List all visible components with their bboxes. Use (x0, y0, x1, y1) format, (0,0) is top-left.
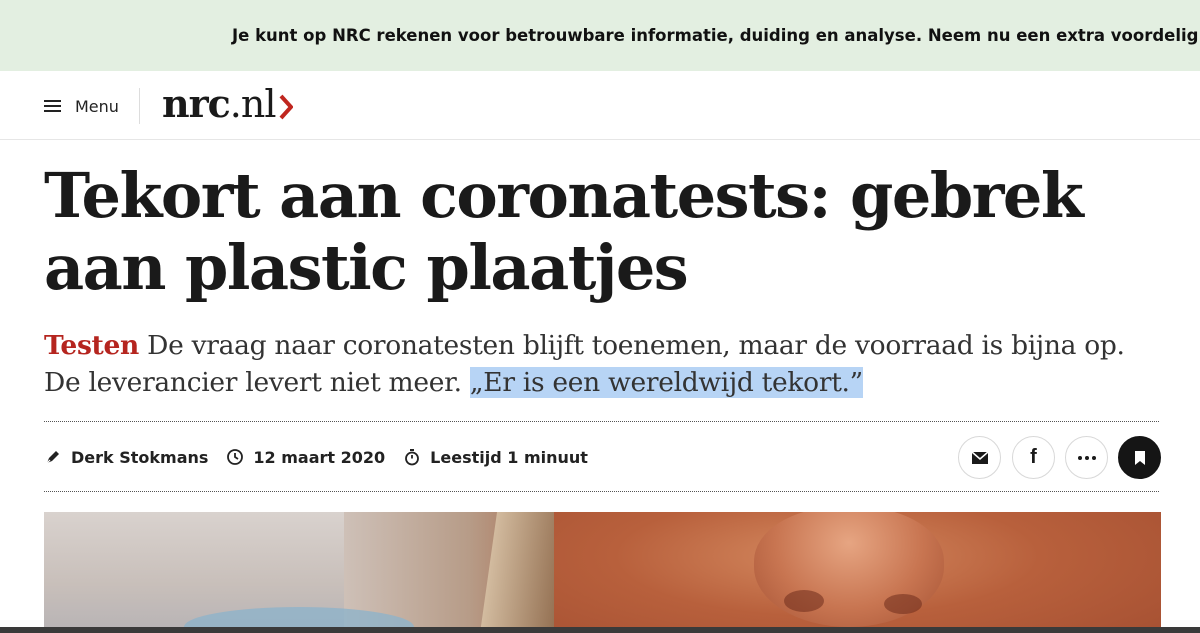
logo-bold-text: nrc (162, 81, 231, 126)
bookmark-icon (1134, 450, 1145, 465)
article-lead: Testen De vraag naar coronatesten blijft… (44, 327, 1144, 401)
share-more-button[interactable] (1065, 436, 1108, 479)
share-mail-button[interactable] (958, 436, 1001, 479)
mail-icon (971, 450, 988, 464)
facebook-icon: f (1030, 446, 1037, 468)
stopwatch-icon (405, 449, 420, 466)
publish-date: 12 maart 2020 (253, 447, 386, 467)
meta-date: 12 maart 2020 (226, 448, 385, 467)
pen-icon (46, 451, 59, 464)
lead-quote-selected: „Er is een wereldwijd tekort.” (469, 367, 863, 398)
site-header: Menu nrc .nl (0, 71, 1200, 140)
menu-label: Menu (75, 96, 119, 116)
article-meta: Derk Stokmans 12 maart 2020 Leestijd 1 m… (44, 444, 606, 470)
hero-nostril-right (884, 594, 922, 614)
more-icon (1077, 455, 1096, 460)
reading-time: Leestijd 1 minuut (430, 447, 588, 467)
menu-button[interactable]: Menu (44, 93, 119, 119)
header-divider (139, 88, 140, 124)
promo-banner[interactable]: Je kunt op NRC rekenen voor betrouwbare … (0, 0, 1200, 71)
article-headline: Tekort aan coronatests: gebrek aan plast… (44, 159, 1084, 304)
hero-nostril-left (784, 590, 824, 612)
lead-kicker[interactable]: Testen (44, 330, 139, 361)
meta-reading-time: Leestijd 1 minuut (403, 448, 588, 467)
logo-chevron-icon (279, 94, 293, 120)
meta-divider-bottom (44, 491, 1159, 492)
meta-divider-top (44, 421, 1159, 422)
author-name[interactable]: Derk Stokmans (71, 448, 208, 467)
promo-banner-text[interactable]: Je kunt op NRC rekenen voor betrouwbare … (232, 26, 1200, 45)
logo-light-text: .nl (229, 82, 277, 126)
nrc-logo[interactable]: nrc .nl (162, 84, 293, 124)
clock-icon (227, 449, 244, 465)
bookmark-button[interactable] (1118, 436, 1161, 479)
share-facebook-button[interactable]: f (1012, 436, 1055, 479)
hamburger-icon (44, 99, 61, 113)
article-hero-image (44, 512, 1161, 633)
meta-author[interactable]: Derk Stokmans (44, 448, 208, 467)
bottom-scroll-edge (0, 627, 1200, 633)
